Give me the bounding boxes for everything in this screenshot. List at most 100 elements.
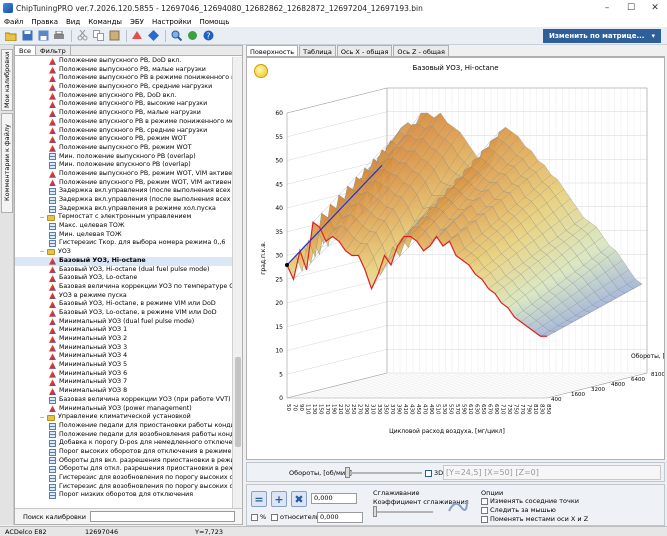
paste-icon[interactable]	[107, 29, 121, 43]
search-icon[interactable]	[169, 29, 183, 43]
maximize-button[interactable]: ☐	[619, 0, 643, 16]
menu-help[interactable]: Помощь	[199, 18, 229, 26]
help-icon[interactable]: ?	[201, 29, 215, 43]
scrollbar-thumb[interactable]	[235, 357, 241, 447]
tree-item[interactable]: Положение впускного РВ, DoD вкл.	[15, 92, 233, 101]
tree-item[interactable]: Положение выпускного РВ, средние нагрузк…	[15, 83, 233, 92]
tree-item[interactable]: Базовый УОЗ, Hi-octane, в режиме VIM или…	[15, 300, 233, 309]
tree-item[interactable]: Минимальный УОЗ 2	[15, 335, 233, 344]
surface-chart[interactable]: 05101520253035404550556050 70 90 110 130 150 1…	[247, 58, 664, 459]
tree-item[interactable]: Минимальный УОЗ 1	[15, 326, 233, 335]
tab-table[interactable]: Таблица	[299, 45, 336, 56]
open-folder-icon[interactable]	[4, 29, 18, 43]
save-icon[interactable]	[20, 29, 34, 43]
collapse-icon[interactable]: −	[39, 214, 45, 221]
plus-button[interactable]: +	[271, 491, 287, 507]
tree-item[interactable]: Минимальный УОЗ 8	[15, 387, 233, 396]
tab-my-calibrations[interactable]: Мои калибровки	[1, 49, 13, 111]
tree-item[interactable]: Задержка вкл.управления (после выполнени…	[15, 187, 233, 196]
minimize-button[interactable]: –	[595, 0, 619, 16]
compare-icon[interactable]	[130, 29, 144, 43]
tree-item[interactable]: Базовый УОЗ, Lo-octane, в режиме VIM или…	[15, 309, 233, 318]
tree-item[interactable]: Макс. целевая ТОЖ	[15, 222, 233, 231]
smoothing-thumb[interactable]	[373, 506, 377, 517]
tree-item[interactable]: Положение впускного РВ, режим WOT, VIM а…	[15, 179, 233, 188]
tab-surface[interactable]: Поверхность	[246, 45, 299, 56]
tree-item[interactable]: Минимальный УОЗ 7	[15, 378, 233, 387]
rpm-slider-thumb[interactable]	[345, 467, 350, 478]
menu-commands[interactable]: Команды	[88, 18, 122, 26]
tree-item[interactable]: Задержка вкл.управления в режиме хол.пус…	[15, 205, 233, 214]
tree-item[interactable]: Гистерезис для возобновления по порогу в…	[15, 474, 233, 483]
tree-item[interactable]: Положение выпускного РВ, DoD вкл.	[15, 57, 233, 66]
smooth-apply-icon[interactable]	[447, 497, 469, 515]
tree-item[interactable]: Положение выпускного РВ, малые нагрузки	[15, 66, 233, 75]
tree-item[interactable]: Положение впускного РВ, средние нагрузки	[15, 127, 233, 136]
menu-edit[interactable]: Правка	[31, 18, 58, 26]
chip-icon[interactable]	[146, 29, 160, 43]
tree-item[interactable]: Мин. положение выпускного РВ (overlap)	[15, 153, 233, 162]
value-input[interactable]: 0,000	[311, 493, 357, 504]
tab-axis-x[interactable]: Ось X - общая	[336, 45, 393, 56]
tree-item[interactable]: Минимальный УОЗ (power management)	[15, 405, 233, 414]
copy-icon[interactable]	[91, 29, 105, 43]
tree-item[interactable]: Базовый УОЗ, Lo-octane	[15, 274, 233, 283]
tree-item[interactable]: Гистерезис для возобновления по порогу в…	[15, 483, 233, 492]
tree-item[interactable]: Положение впускного РВ, режим WOT	[15, 135, 233, 144]
collapse-icon[interactable]: −	[39, 414, 45, 421]
tree-item[interactable]: Гистерезис Ткор. для выбора номера режим…	[15, 239, 233, 248]
tree-item[interactable]: Положение педали для приостановки работы…	[15, 422, 233, 431]
menu-file[interactable]: Файл	[4, 18, 23, 26]
tree-item[interactable]: Минимальный УОЗ 3	[15, 344, 233, 353]
tab-axis-z[interactable]: Ось Z - общая	[393, 45, 449, 56]
tree-folder[interactable]: − УОЗ	[15, 248, 233, 257]
tree-item[interactable]: Мин. целевая ТОЖ	[15, 231, 233, 240]
percent-checkbox[interactable]: %	[251, 513, 266, 521]
tree-item[interactable]: Положение выпускного РВ, режим WOT, VIM …	[15, 170, 233, 179]
save-as-icon[interactable]	[36, 29, 50, 43]
tree-folder[interactable]: − Управление климатической установкой	[15, 413, 233, 422]
tree-item[interactable]: Порог высоких оборотов для отключения в …	[15, 448, 233, 457]
tree-item[interactable]: Обороты для вкл. разрешения приостановки…	[15, 457, 233, 466]
tree-item[interactable]: Минимальный УОЗ (dual fuel pulse mode)	[15, 318, 233, 327]
tree-item[interactable]: Положение впускного РВ, малые нагрузки	[15, 109, 233, 118]
tree-folder[interactable]: − Термостат с электронным управлением	[15, 213, 233, 222]
tab-file-comments[interactable]: Комментарии к файлу	[1, 113, 13, 213]
option-neighbor-points[interactable]: Изменять соседние точки	[481, 497, 579, 505]
tree-item[interactable]: Положение педали для возобновления работ…	[15, 431, 233, 440]
smoothing-slider[interactable]	[375, 511, 433, 513]
relative-input[interactable]: 0,000	[317, 512, 363, 523]
tree-item[interactable]: Базовая величина коррекции УОЗ по темпер…	[15, 283, 233, 292]
tree-item[interactable]: Положение выпускного РВ, режим WOT	[15, 144, 233, 153]
tree-item[interactable]: Мин. положение впускного РВ (overlap)	[15, 161, 233, 170]
tree-item[interactable]: Минимальный УОЗ 4	[15, 352, 233, 361]
tree-item[interactable]: Задержка вкл.управления (после выполнени…	[15, 196, 233, 205]
equals-button[interactable]: =	[251, 491, 267, 507]
menu-settings[interactable]: Настройки	[152, 18, 192, 26]
tree-item[interactable]: Базовый УОЗ, Hi-octane (dual fuel pulse …	[15, 266, 233, 275]
tree-item[interactable]: Обороты для откл. разрешения приостановк…	[15, 465, 233, 474]
tree-item[interactable]: УОЗ в режиме пуска	[15, 292, 233, 301]
option-swap-axes[interactable]: Поменять местами оси X и Z	[481, 515, 588, 523]
tree-item[interactable]: Минимальный УОЗ 6	[15, 370, 233, 379]
multiply-button[interactable]: ✖	[291, 491, 307, 507]
tree-item[interactable]: Положение выпускного РВ в режиме понижен…	[15, 74, 233, 83]
menu-ecu[interactable]: ЭБУ	[130, 18, 144, 26]
tree-item[interactable]: Минимальный УОЗ 5	[15, 361, 233, 370]
close-button[interactable]: ✕	[643, 0, 667, 16]
rpm-slider[interactable]	[347, 472, 422, 474]
check-3d[interactable]: 3D	[425, 469, 443, 477]
refresh-icon[interactable]	[185, 29, 199, 43]
tree-item[interactable]: Положение впускного РВ в режиме пониженн…	[15, 118, 233, 127]
change-by-matrix-button[interactable]: Изменить по матрице... ▾	[543, 29, 661, 43]
print-icon[interactable]	[52, 29, 66, 43]
tree-item[interactable]: Базовая величина коррекции УОЗ (при рабо…	[15, 396, 233, 405]
tab-all[interactable]: Все	[15, 46, 37, 55]
tree-item[interactable]: Базовый УОЗ, Hi-octane	[15, 256, 233, 266]
search-input[interactable]	[90, 511, 236, 522]
tab-filter[interactable]: Фильтр	[36, 46, 71, 55]
cut-icon[interactable]	[75, 29, 89, 43]
tree-item[interactable]: Положение впускного РВ, высокие нагрузки	[15, 100, 233, 109]
tree-scrollbar[interactable]	[232, 57, 242, 509]
option-follow-mouse[interactable]: Следить за мышью	[481, 506, 556, 514]
